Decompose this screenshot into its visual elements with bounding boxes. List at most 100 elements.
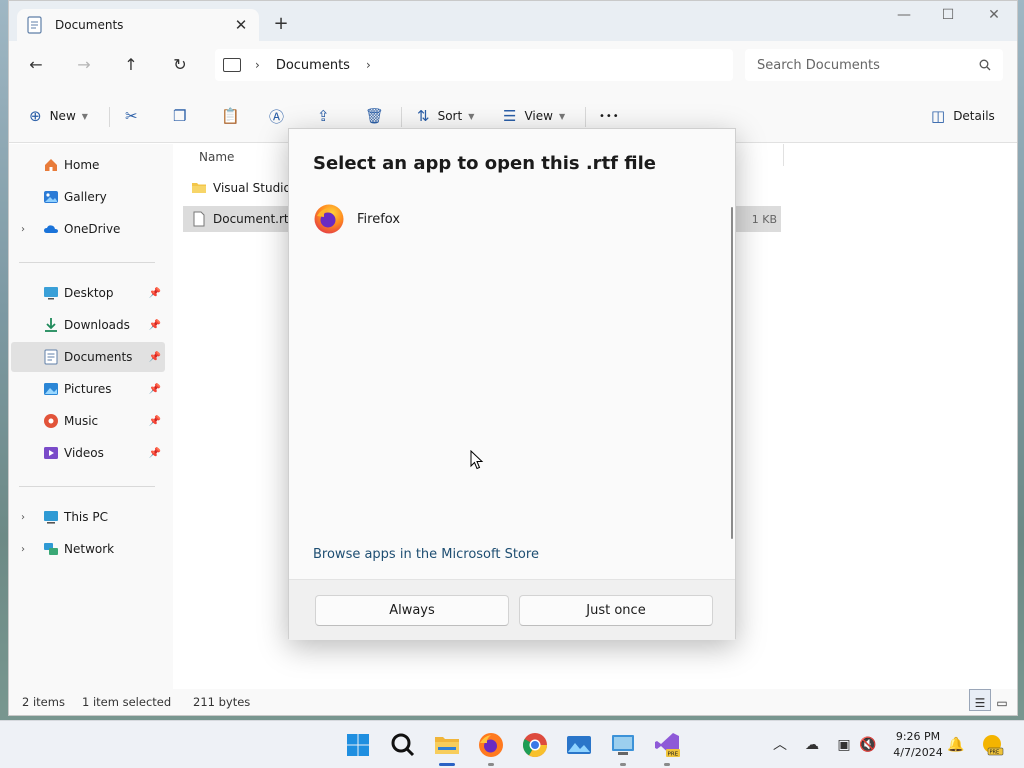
sidebar-item-home[interactable]: Home <box>11 150 165 180</box>
tab-documents[interactable]: Documents ✕ <box>17 9 259 41</box>
refresh-icon[interactable]: ↻ <box>169 54 191 76</box>
close-window-button[interactable]: ✕ <box>979 7 1009 27</box>
pin-icon: 📌 <box>148 415 161 427</box>
more-options-button[interactable]: ••• <box>599 106 620 126</box>
paste-button[interactable]: 📋 <box>221 106 240 126</box>
chevron-right-icon[interactable]: › <box>21 544 25 555</box>
view-button[interactable]: ☰ View ▼ <box>503 106 565 126</box>
rename-button[interactable]: Ⓐ <box>269 106 284 126</box>
cut-button[interactable]: ✂ <box>125 106 138 126</box>
file-name: Document.rtf <box>213 212 293 226</box>
selection-count: 1 item selected <box>82 695 172 709</box>
delete-button[interactable]: 🗑 <box>365 106 384 126</box>
chevron-right-icon[interactable]: › <box>255 58 260 72</box>
pin-icon: 📌 <box>148 447 161 459</box>
sidebar-item-network[interactable]: › Network <box>11 534 165 564</box>
network-status-icon[interactable]: ▣ <box>834 735 854 755</box>
active-app-indicator <box>439 763 455 766</box>
photos-icon[interactable] <box>565 731 593 759</box>
show-hidden-icons-chevron-icon[interactable]: ︿ <box>770 735 790 755</box>
pin-icon: 📌 <box>148 351 161 363</box>
app-option-firefox[interactable]: Firefox <box>309 201 709 237</box>
column-divider[interactable] <box>783 144 784 166</box>
forward-arrow-icon[interactable]: → <box>73 54 95 76</box>
details-view-toggle[interactable]: ☰ <box>969 689 991 711</box>
details-button[interactable]: ◫ Details <box>931 106 995 126</box>
new-label: New <box>49 109 76 123</box>
running-app-indicator <box>620 763 626 766</box>
gallery-icon <box>44 191 58 203</box>
sidebar-item-music[interactable]: Music 📌 <box>11 406 165 436</box>
minimize-button[interactable]: — <box>889 7 919 27</box>
sort-button[interactable]: ⇅ Sort ▼ <box>417 106 474 126</box>
sidebar-item-onedrive[interactable]: › OneDrive <box>11 214 165 244</box>
running-app-indicator <box>488 763 494 766</box>
windows-start-icon[interactable] <box>344 731 372 759</box>
volume-muted-icon[interactable]: 🔇 <box>858 735 878 755</box>
file-explorer-icon[interactable] <box>433 731 461 759</box>
dialog-footer: Always Just once <box>289 579 735 640</box>
network-icon <box>44 543 58 555</box>
sidebar-item-this-pc[interactable]: › This PC <box>11 502 165 532</box>
microsoft-store-link[interactable]: Browse apps in the Microsoft Store <box>313 547 539 562</box>
firefox-icon <box>314 204 344 234</box>
chevron-right-icon[interactable]: › <box>21 512 25 523</box>
status-bar: 2 items 1 item selected 211 bytes ☰ ▭ <box>9 689 1017 715</box>
folder-icon <box>192 183 206 193</box>
document-icon <box>27 16 42 34</box>
copilot-preview-icon[interactable]: PRE <box>980 733 1004 757</box>
svg-text:PRE: PRE <box>990 750 1000 756</box>
visual-studio-preview-icon[interactable]: PRE <box>653 731 681 759</box>
new-button[interactable]: ⊕ New ▼ <box>29 106 88 126</box>
sidebar-item-documents[interactable]: Documents 📌 <box>11 342 165 372</box>
always-button[interactable]: Always <box>315 595 509 626</box>
sidebar-item-downloads[interactable]: Downloads 📌 <box>11 310 165 340</box>
tab-title: Documents <box>55 18 124 32</box>
dialog-title: Select an app to open this .rtf file <box>313 153 656 174</box>
chevron-down-icon: ▼ <box>558 111 566 121</box>
desktop-icon <box>44 287 58 300</box>
maximize-button[interactable]: ☐ <box>933 7 963 27</box>
clipboard-icon: 📋 <box>221 107 240 125</box>
up-arrow-icon[interactable]: ↑ <box>120 54 142 76</box>
chevron-right-icon[interactable]: › <box>21 224 25 235</box>
sidebar-item-label: Downloads <box>64 318 130 332</box>
column-header-name[interactable]: Name <box>199 150 234 164</box>
tiles-view-icon: ▭ <box>996 696 1008 710</box>
share-button[interactable]: ⇪ <box>317 106 330 126</box>
address-input[interactable]: › Documents › <box>215 49 733 81</box>
cloud-icon <box>44 225 58 233</box>
sidebar-item-pictures[interactable]: Pictures 📌 <box>11 374 165 404</box>
clock-time: 9:26 PM <box>895 730 941 743</box>
search-icon[interactable] <box>389 731 417 759</box>
notification-bell-icon[interactable]: 🔔 <box>946 735 966 755</box>
breadcrumb-documents[interactable]: Documents <box>276 58 350 73</box>
chevron-right-icon[interactable]: › <box>366 58 371 72</box>
close-tab-icon[interactable]: ✕ <box>233 16 249 34</box>
control-panel-icon[interactable] <box>609 731 637 759</box>
chrome-icon[interactable] <box>521 731 549 759</box>
download-icon <box>45 318 57 332</box>
sidebar-item-label: This PC <box>64 510 108 524</box>
onedrive-offline-icon[interactable]: ☁ <box>802 735 822 755</box>
back-arrow-icon[interactable]: ← <box>25 54 47 76</box>
pictures-icon <box>44 383 58 395</box>
chevron-down-icon: ▼ <box>81 111 88 121</box>
copy-button[interactable]: ❐ <box>173 106 186 126</box>
title-bar: Documents ✕ + — ☐ ✕ <box>9 1 1017 41</box>
just-once-button[interactable]: Just once <box>519 595 713 626</box>
file-size: 1 KB <box>751 212 777 226</box>
new-tab-button[interactable]: + <box>271 13 291 34</box>
pin-icon: 📌 <box>148 383 161 395</box>
selection-size: 211 bytes <box>193 695 251 709</box>
sidebar-item-desktop[interactable]: Desktop 📌 <box>11 278 165 308</box>
list-view-icon: ☰ <box>974 696 986 710</box>
firefox-icon[interactable] <box>477 731 505 759</box>
tiles-view-toggle[interactable]: ▭ <box>991 689 1013 711</box>
sidebar-item-gallery[interactable]: Gallery <box>11 182 165 212</box>
dialog-scrollbar[interactable] <box>731 207 733 539</box>
sidebar-item-videos[interactable]: Videos 📌 <box>11 438 165 468</box>
sidebar-item-label: OneDrive <box>64 222 121 236</box>
search-input[interactable]: Search Documents <box>745 49 1003 81</box>
clock[interactable]: 9:26 PM 4/7/2024 <box>890 729 946 761</box>
